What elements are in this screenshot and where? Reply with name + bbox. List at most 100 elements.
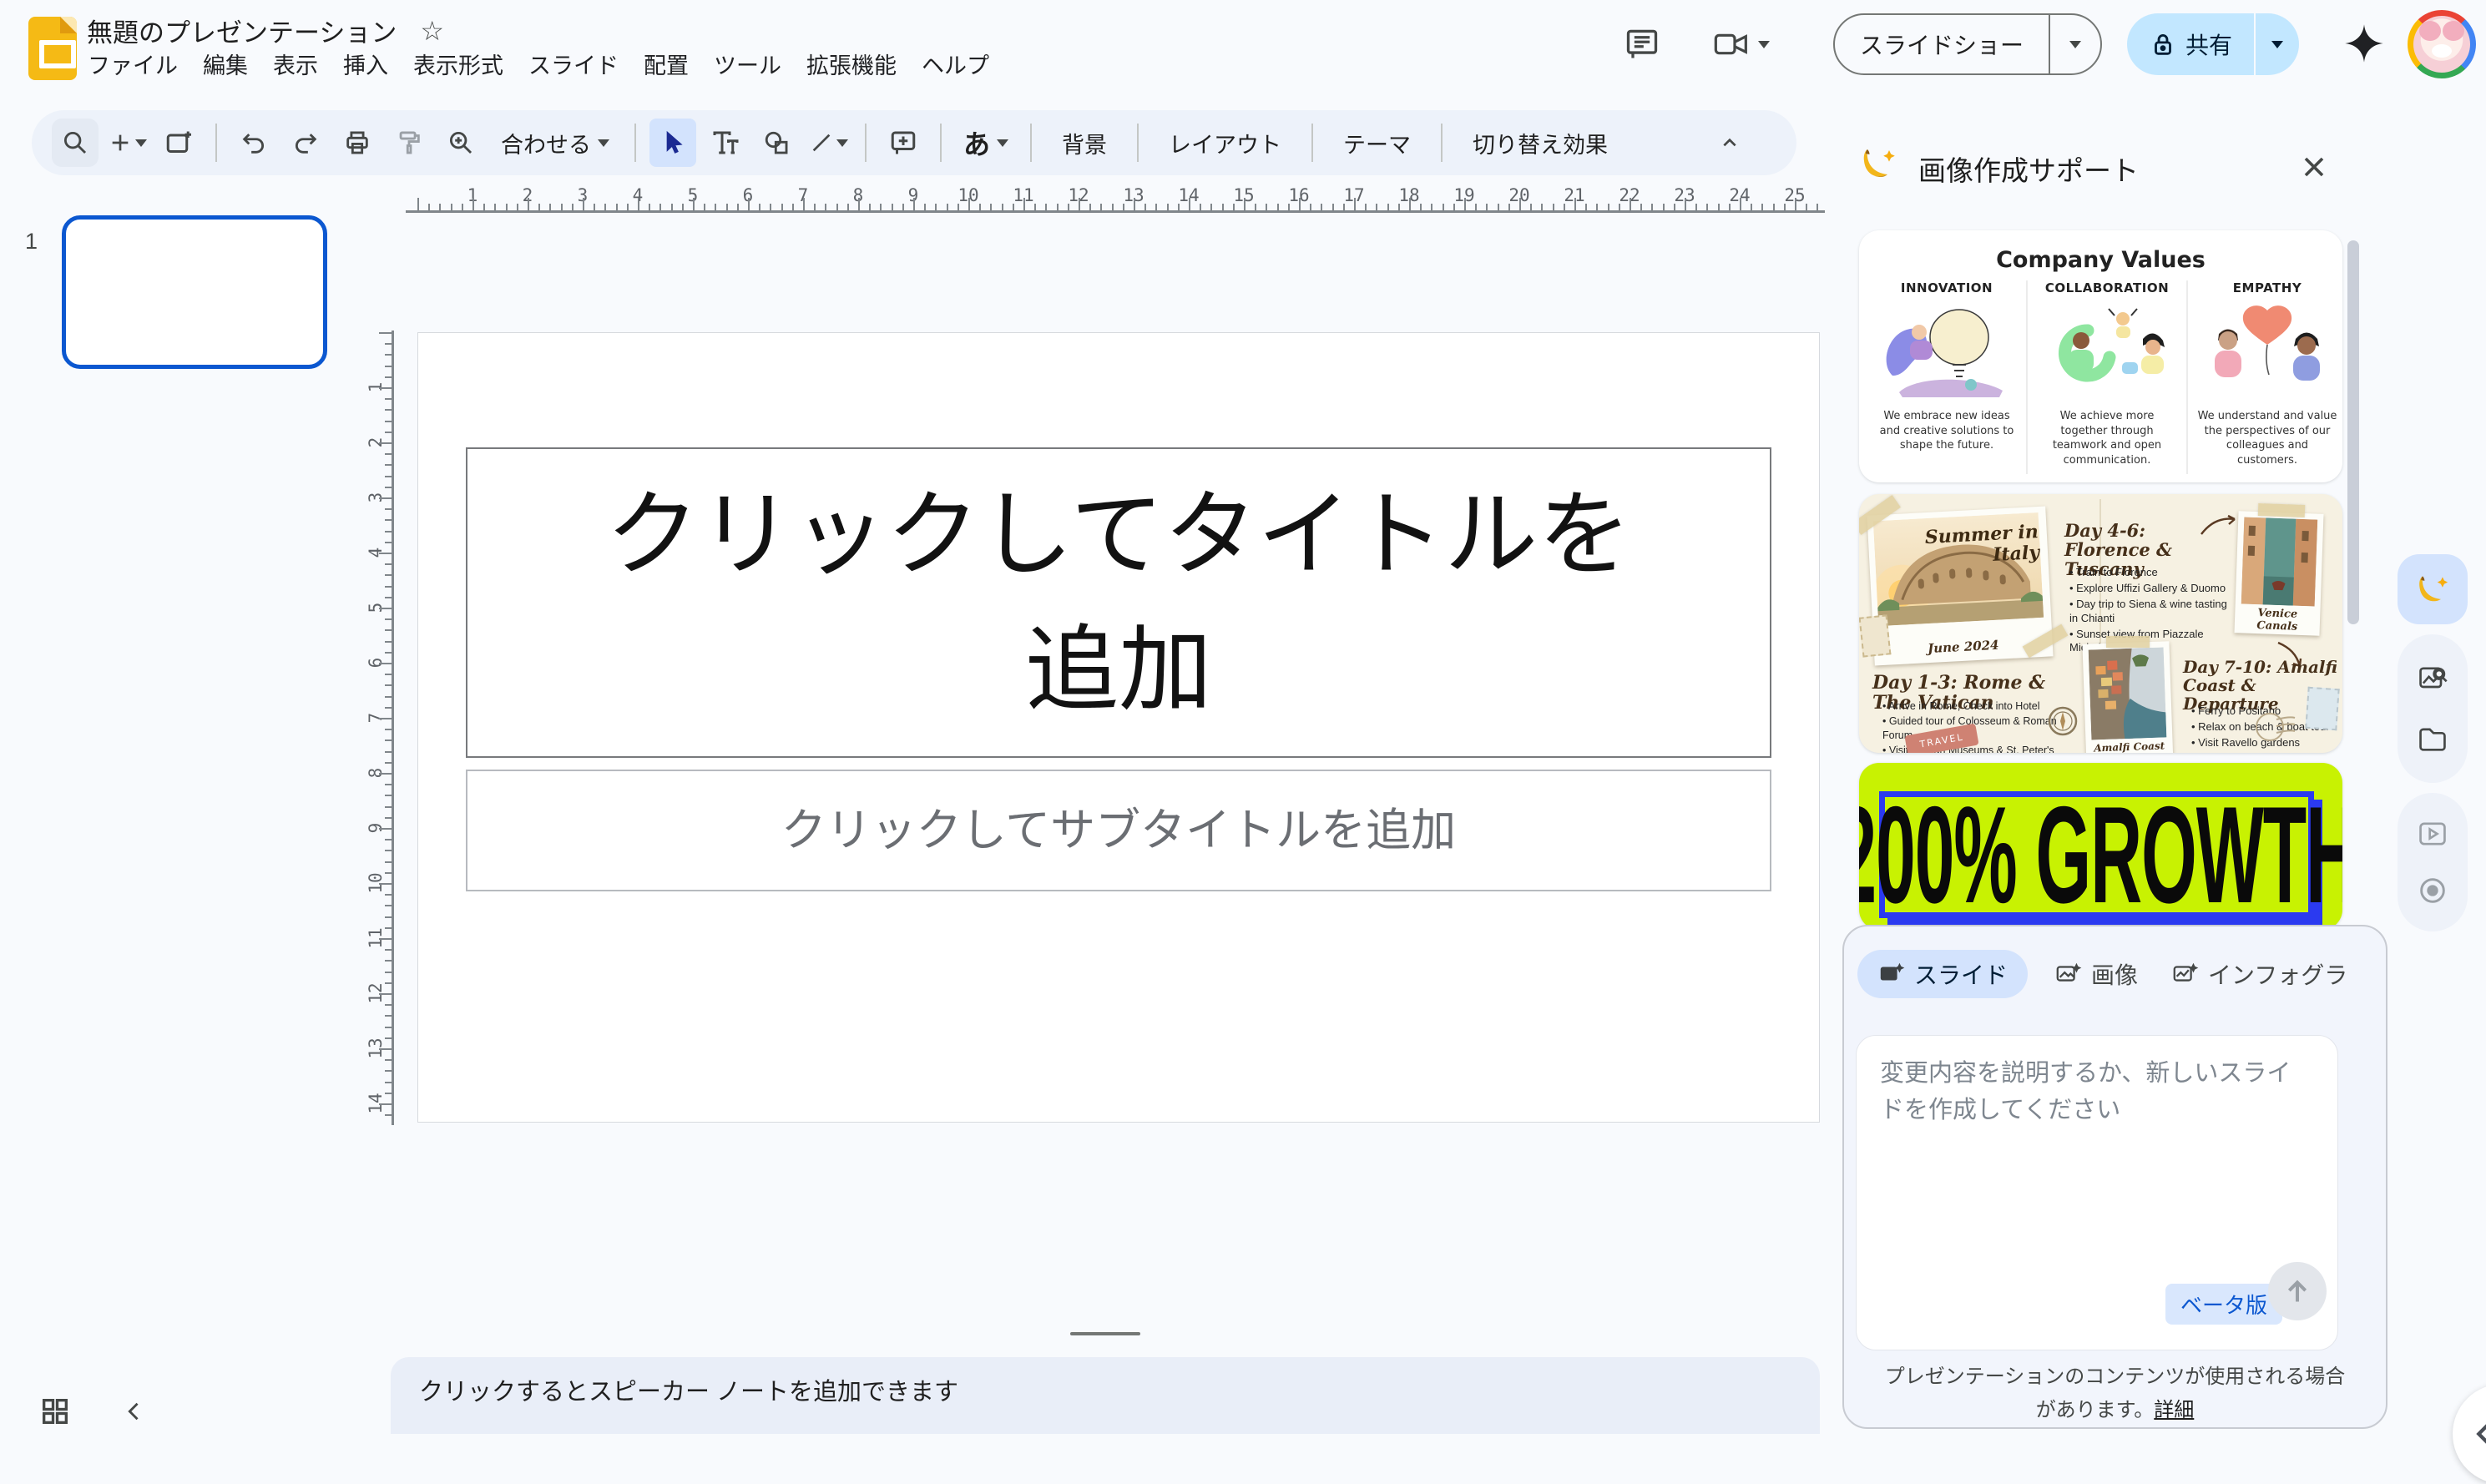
gemini-button[interactable]: [2342, 22, 2386, 65]
search-menus-button[interactable]: [52, 119, 99, 167]
play-rail-button[interactable]: [2416, 817, 2449, 851]
column-caption: We understand and value the perspectives…: [2196, 409, 2338, 467]
zoom-button[interactable]: [437, 119, 484, 167]
ruler-tick: [704, 204, 705, 210]
new-slide-layout-button[interactable]: [155, 119, 202, 167]
panel-scrollbar[interactable]: [2347, 240, 2359, 624]
record-rail-button[interactable]: [2416, 874, 2449, 907]
ruler-tick: [385, 597, 392, 598]
star-icon[interactable]: ☆: [420, 15, 444, 47]
speaker-notes[interactable]: クリックするとスピーカー ノートを追加できます: [391, 1357, 1820, 1434]
ruler-tick: [385, 1004, 392, 1006]
generated-image-growth[interactable]: 200% GROWTH: [1859, 763, 2342, 930]
image-support-rail-button[interactable]: [2398, 554, 2468, 624]
ruler-tick: [583, 198, 584, 210]
subtitle-placeholder[interactable]: クリックしてサブタイトルを追加: [466, 770, 1771, 891]
slide-thumbnail-1[interactable]: [62, 215, 327, 369]
banana-sparkle-icon: [2414, 571, 2451, 608]
line-tool-button[interactable]: [805, 119, 851, 167]
grid-view-icon: [38, 1395, 72, 1428]
ruler-tick: [385, 542, 392, 543]
new-slide-button[interactable]: [104, 119, 150, 167]
tape: [2258, 503, 2305, 517]
ruler-tick: [825, 204, 826, 210]
ruler-tick: [1564, 204, 1565, 210]
collapse-menus-button[interactable]: [1706, 119, 1753, 167]
undo-button[interactable]: [230, 119, 277, 167]
share-options-button[interactable]: [2256, 34, 2299, 54]
print-button[interactable]: [334, 119, 381, 167]
title-placeholder[interactable]: クリックしてタイトルを追加: [466, 447, 1771, 758]
ruler-tick: [1541, 204, 1543, 210]
menu-item-4[interactable]: 表示形式: [401, 43, 516, 84]
line-icon: [808, 129, 835, 156]
menu-item-1[interactable]: 編集: [190, 43, 260, 84]
textbox-button[interactable]: [701, 119, 748, 167]
panel-expand-button[interactable]: [2453, 1384, 2486, 1484]
join-call-button[interactable]: [1711, 20, 1791, 68]
slides-logo[interactable]: [28, 17, 77, 80]
menu-item-7[interactable]: ツール: [701, 43, 794, 84]
company-values-columns: INNOVATIONWe embrace new ideas and creat…: [1867, 280, 2334, 474]
company-values-column-0: INNOVATIONWe embrace new ideas and creat…: [1867, 280, 2026, 474]
panel-close-button[interactable]: [2296, 149, 2332, 185]
tab-スライド[interactable]: スライド: [1857, 950, 2028, 998]
ruler-tick: [385, 861, 392, 863]
tab-label: スライド: [1914, 957, 2008, 991]
menu-item-0[interactable]: ファイル: [75, 43, 190, 84]
ruler-tick: [379, 332, 392, 334]
panel-title: 画像作成サポート: [1918, 149, 2139, 189]
image-search-rail-button[interactable]: [2416, 662, 2449, 695]
send-button[interactable]: [2268, 1262, 2327, 1320]
avatar[interactable]: [2408, 10, 2476, 78]
select-tool-button[interactable]: [649, 119, 696, 167]
ruler-tick: [616, 204, 618, 210]
menu-item-2[interactable]: 表示: [260, 43, 331, 84]
ruler-tick: [1409, 198, 1411, 210]
ruler-tick: [1420, 204, 1422, 210]
shape-button[interactable]: [753, 119, 800, 167]
comment-history-button[interactable]: [1618, 20, 1666, 68]
divider: [634, 124, 636, 162]
menu-item-9[interactable]: ヘルプ: [909, 43, 1002, 84]
filmstrip-collapse-button[interactable]: [114, 1391, 155, 1432]
furigana-button[interactable]: あ: [955, 124, 1017, 162]
tab-画像[interactable]: 画像: [2048, 950, 2145, 998]
rail-group-present: [2398, 793, 2468, 931]
share-button[interactable]: 共有: [2127, 13, 2299, 75]
generated-image-italy-itinerary[interactable]: Summer inItaly June 2024 Day 4-6: Floren…: [1859, 494, 2342, 753]
background-button[interactable]: 背景: [1045, 119, 1124, 167]
theme-button[interactable]: テーマ: [1326, 119, 1427, 167]
beta-badge: ベータ版: [2165, 1284, 2282, 1325]
lock-icon: [2149, 30, 2177, 58]
ruler-tick: [385, 972, 392, 973]
insert-comment-button[interactable]: [880, 119, 927, 167]
generated-image-company-values[interactable]: Company Values INNOVATIONWe embrace new …: [1859, 230, 2342, 482]
menu-item-6[interactable]: 配置: [631, 43, 701, 84]
menu-item-3[interactable]: 挿入: [331, 43, 401, 84]
tab-label: インフォグラ: [2208, 957, 2347, 991]
column-caption: We embrace new ideas and creative soluti…: [1876, 409, 2018, 453]
new-slide-icon: [164, 128, 194, 158]
ruler-tick: [385, 739, 392, 741]
ruler-tick: [385, 850, 392, 851]
menu-item-8[interactable]: 拡張機能: [794, 43, 909, 84]
layout-button[interactable]: レイアウト: [1152, 119, 1298, 167]
rail-group-media: [2398, 634, 2468, 783]
ruler-tick: [385, 531, 392, 533]
fit-zoom-select[interactable]: 合わせる: [489, 127, 621, 159]
transition-button[interactable]: 切り替え効果: [1456, 119, 1624, 167]
paint-format-button[interactable]: [386, 119, 432, 167]
slideshow-button[interactable]: スライドショー: [1833, 13, 2102, 75]
details-link[interactable]: 詳細: [2154, 1399, 2194, 1421]
notes-resize-handle[interactable]: [1070, 1332, 1140, 1335]
ruler-tick: [1387, 204, 1389, 210]
grid-view-button[interactable]: [32, 1389, 78, 1434]
tab-インフォグラ[interactable]: インフォグラ: [2165, 950, 2354, 998]
folder-rail-button[interactable]: [2416, 722, 2449, 755]
redo-button[interactable]: [282, 119, 329, 167]
ruler-tick: [385, 916, 392, 918]
menu-item-5[interactable]: スライド: [516, 43, 631, 84]
ruler-tick: [385, 629, 392, 631]
slideshow-options-button[interactable]: [2050, 34, 2100, 54]
